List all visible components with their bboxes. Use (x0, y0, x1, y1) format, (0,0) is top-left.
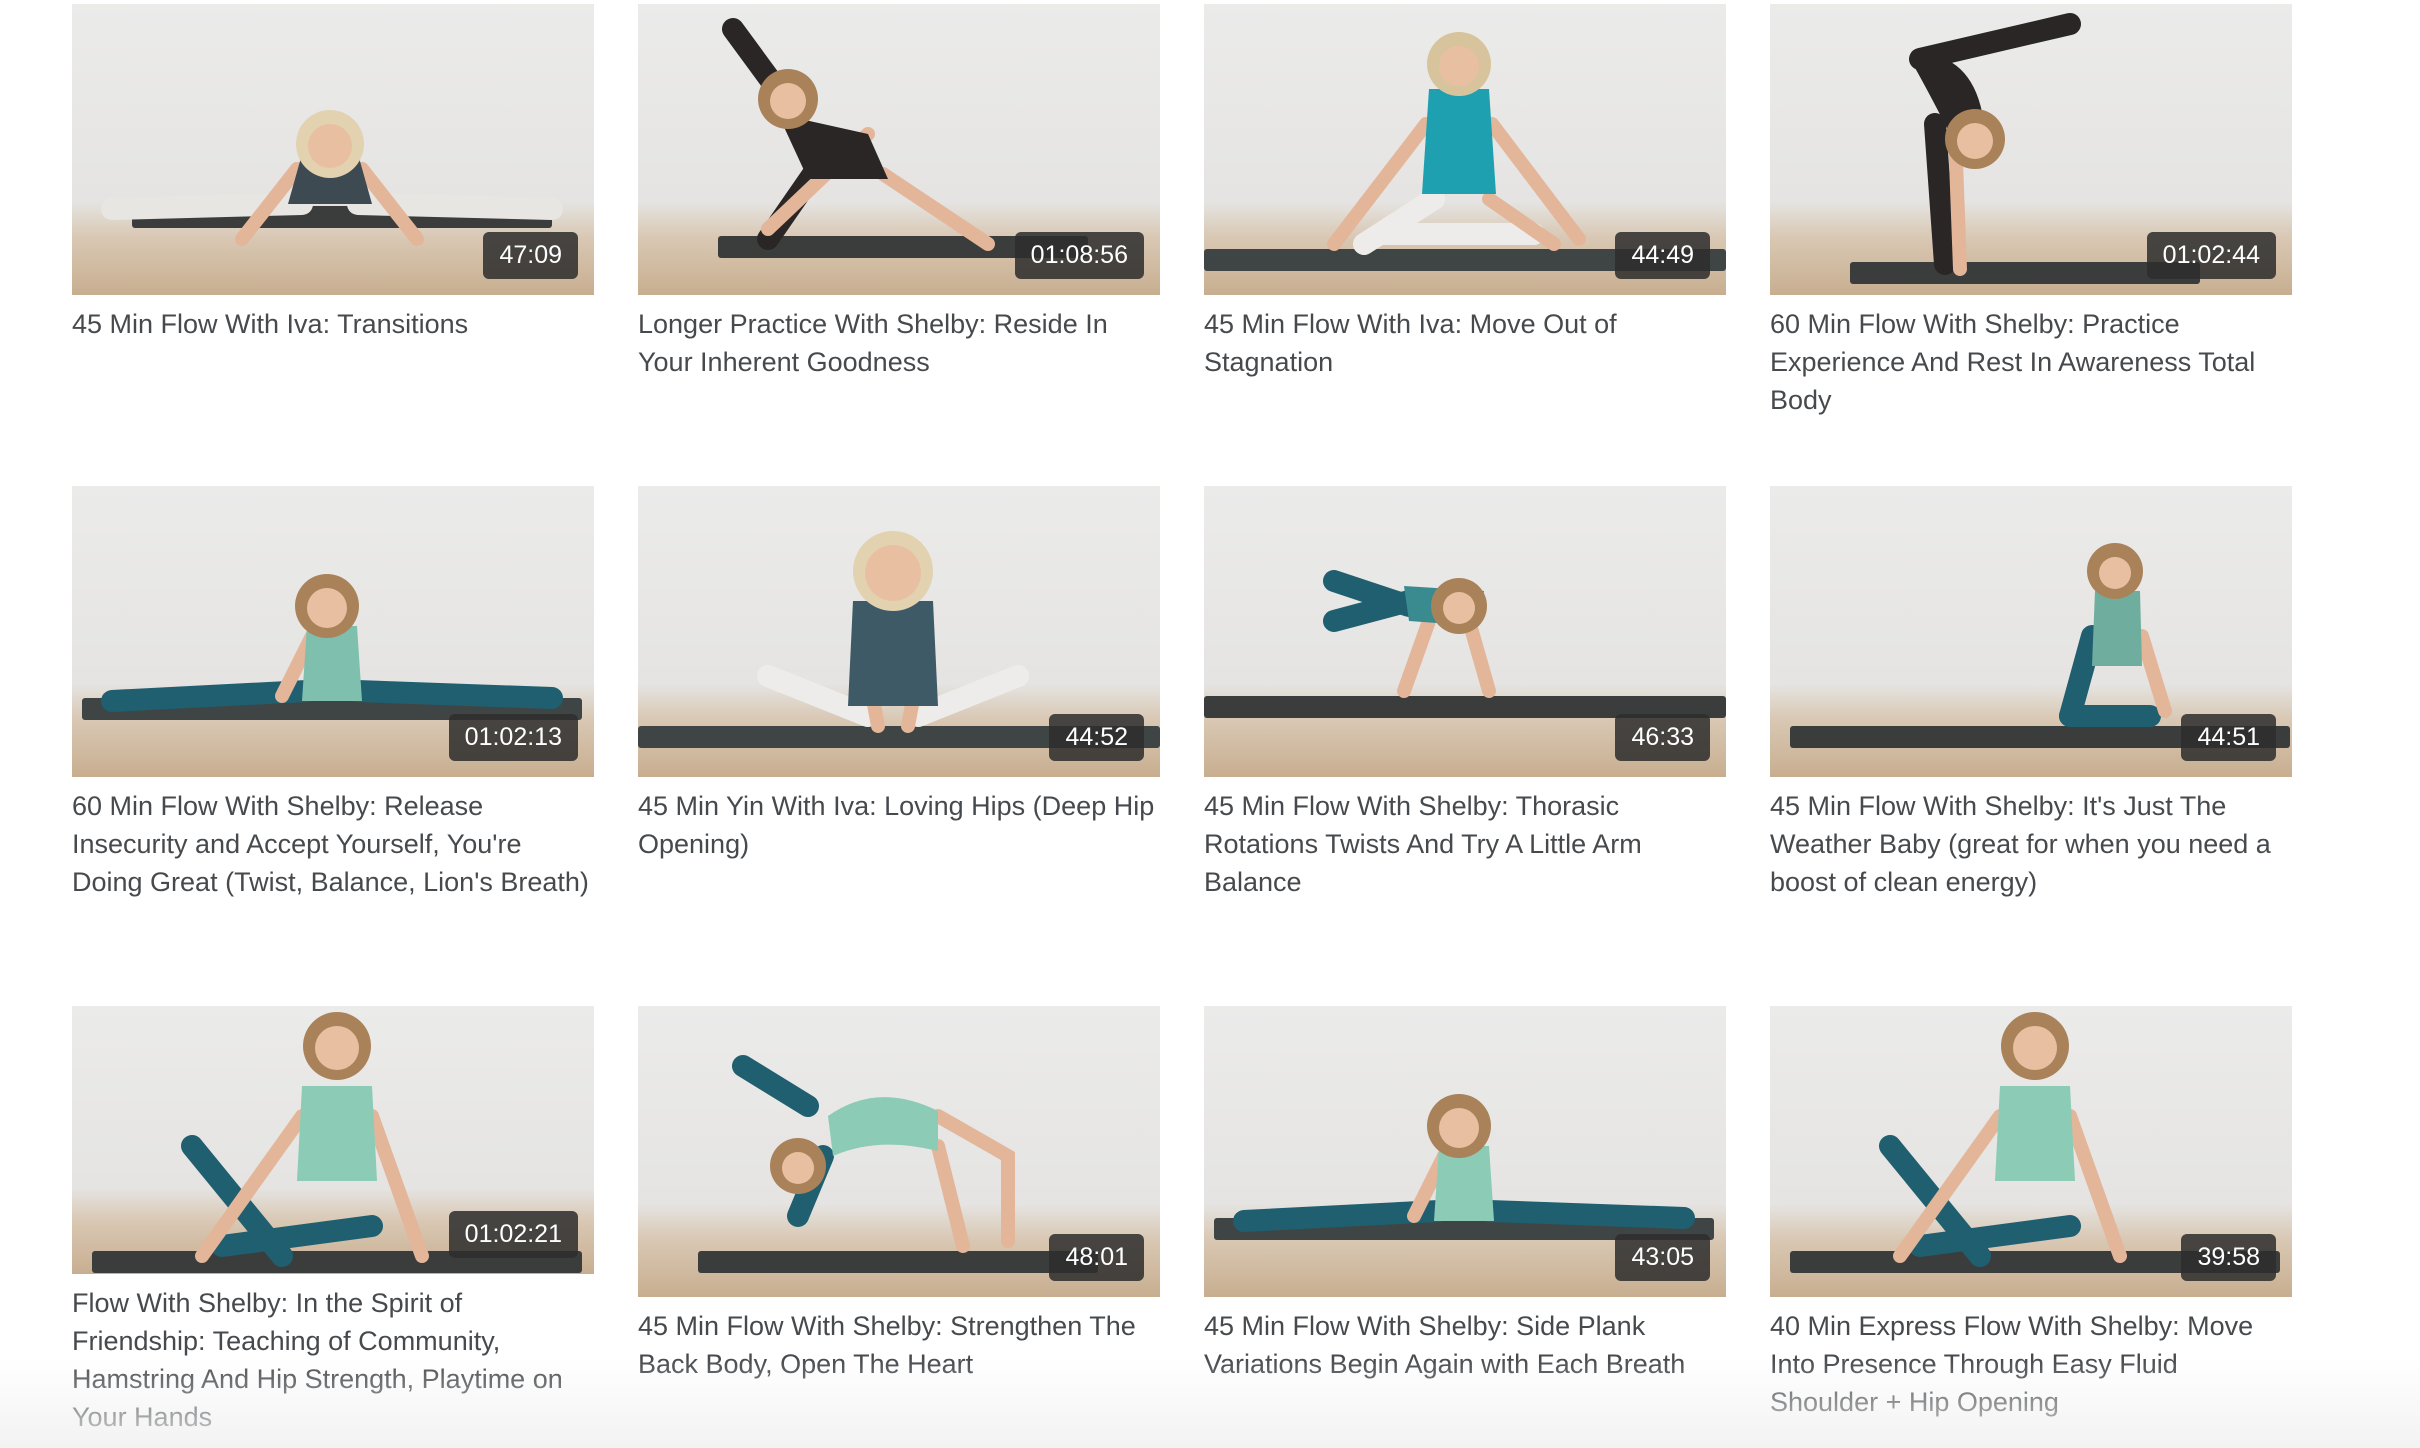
video-card[interactable]: 44:51 45 Min Flow With Shelby: It's Just… (1770, 486, 2292, 1006)
duration-badge: 01:08:56 (1014, 232, 1144, 279)
video-title[interactable]: 45 Min Flow With Shelby: Side Plank Vari… (1204, 1307, 1726, 1383)
figure-limb (2135, 629, 2172, 718)
figure-torso (828, 1097, 938, 1156)
figure-torso (1422, 89, 1496, 194)
figure-limb (211, 1215, 383, 1257)
video-card[interactable]: 01:08:56 Longer Practice With Shelby: Re… (638, 4, 1160, 486)
video-title[interactable]: 60 Min Flow With Shelby: Practice Experi… (1770, 305, 2292, 419)
video-card[interactable]: 48:01 45 Min Flow With Shelby: Strengthe… (638, 1006, 1160, 1436)
duration-badge: 39:58 (2181, 1234, 2276, 1281)
video-card[interactable]: 47:09 45 Min Flow With Iva: Transitions (72, 4, 594, 486)
duration-badge: 01:02:44 (2146, 232, 2276, 279)
figure-limb (346, 680, 563, 709)
duration-badge: 44:52 (1049, 714, 1144, 761)
figure-limb (1397, 614, 1436, 698)
figure-head (782, 1152, 814, 1184)
figure-limb (1478, 1200, 1695, 1229)
figure-head (2013, 1026, 2057, 1070)
video-thumbnail[interactable]: 44:52 (638, 486, 1160, 777)
video-title[interactable]: 45 Min Flow With Shelby: It's Just The W… (1770, 787, 2292, 901)
video-thumbnail[interactable]: 01:02:21 (72, 1006, 594, 1274)
video-title[interactable]: 45 Min Flow With Iva: Transitions (72, 305, 594, 343)
duration-badge: 44:49 (1615, 232, 1710, 279)
video-thumbnail[interactable]: 01:02:13 (72, 486, 594, 777)
video-thumbnail[interactable]: 39:58 (1770, 1006, 2292, 1297)
video-title[interactable]: Longer Practice With Shelby: Reside In Y… (638, 305, 1160, 381)
video-card[interactable]: 46:33 45 Min Flow With Shelby: Thorasic … (1204, 486, 1726, 1006)
figure-head (315, 1026, 359, 1070)
figure-torso (1995, 1086, 2075, 1181)
video-thumbnail[interactable]: 01:02:44 (1770, 4, 2292, 295)
duration-badge: 01:02:13 (448, 714, 578, 761)
figure-torso (297, 1086, 377, 1181)
figure-limb (732, 1055, 819, 1117)
figure-head (1439, 46, 1479, 86)
figure-limb (1462, 614, 1496, 698)
video-card[interactable]: 01:02:21 Flow With Shelby: In the Spirit… (72, 1006, 594, 1436)
figure-torso (848, 601, 938, 706)
video-thumbnail[interactable]: 44:49 (1204, 4, 1726, 295)
figure-head (770, 83, 806, 119)
figure-head (2099, 557, 2131, 589)
figure-limb (1323, 590, 1420, 632)
duration-badge: 01:02:21 (448, 1211, 578, 1258)
video-thumbnail[interactable]: 48:01 (638, 1006, 1160, 1297)
video-card[interactable]: 01:02:44 60 Min Flow With Shelby: Practi… (1770, 4, 2292, 486)
video-card[interactable]: 44:52 45 Min Yin With Iva: Loving Hips (… (638, 486, 1160, 1006)
duration-badge: 43:05 (1615, 1234, 1710, 1281)
video-card[interactable]: 39:58 40 Min Express Flow With Shelby: M… (1770, 1006, 2292, 1436)
video-card[interactable]: 44:49 45 Min Flow With Iva: Move Out of … (1204, 4, 1726, 486)
figure-limb (876, 167, 995, 251)
figure-head (307, 588, 347, 628)
video-thumbnail[interactable]: 43:05 (1204, 1006, 1726, 1297)
video-title[interactable]: 40 Min Express Flow With Shelby: Move In… (1770, 1307, 2292, 1421)
figure-torso (2092, 591, 2142, 666)
figure-head (1957, 123, 1993, 159)
video-title[interactable]: 45 Min Flow With Shelby: Strengthen The … (638, 1307, 1160, 1383)
video-thumbnail[interactable]: 46:33 (1204, 486, 1726, 777)
video-grid: 47:09 45 Min Flow With Iva: Transitions … (72, 4, 2292, 1436)
video-card[interactable]: 01:02:13 60 Min Flow With Shelby: Releas… (72, 486, 594, 1006)
figure-limb (1924, 113, 1956, 275)
figure-limb (365, 1109, 429, 1263)
figure-head (308, 124, 352, 168)
figure-limb (2063, 1109, 2127, 1263)
video-title[interactable]: 45 Min Flow With Shelby: Thorasic Rotati… (1204, 787, 1726, 901)
duration-badge: 46:33 (1615, 714, 1710, 761)
figure-limb (2059, 625, 2103, 727)
figure-limb (1909, 1215, 2081, 1257)
duration-badge: 44:51 (2181, 714, 2276, 761)
video-thumbnail[interactable]: 44:51 (1770, 486, 2292, 777)
video-title[interactable]: 45 Min Yin With Iva: Loving Hips (Deep H… (638, 787, 1160, 863)
figure-head (1443, 592, 1475, 624)
video-thumbnail[interactable]: 01:08:56 (638, 4, 1160, 295)
video-thumbnail[interactable]: 47:09 (72, 4, 594, 295)
figure-head (865, 545, 921, 601)
figure-limb (1909, 13, 2081, 70)
figure-limb (931, 1139, 970, 1253)
duration-badge: 48:01 (1049, 1234, 1144, 1281)
video-title[interactable]: 60 Min Flow With Shelby: Release Insecur… (72, 787, 594, 901)
video-title[interactable]: Flow With Shelby: In the Spirit of Frien… (72, 1284, 594, 1436)
video-title[interactable]: 45 Min Flow With Iva: Move Out of Stagna… (1204, 305, 1726, 381)
duration-badge: 47:09 (483, 232, 578, 279)
figure-limb (1485, 117, 1586, 246)
figure-head (1439, 1108, 1479, 1148)
video-card[interactable]: 43:05 45 Min Flow With Shelby: Side Plan… (1204, 1006, 1726, 1436)
